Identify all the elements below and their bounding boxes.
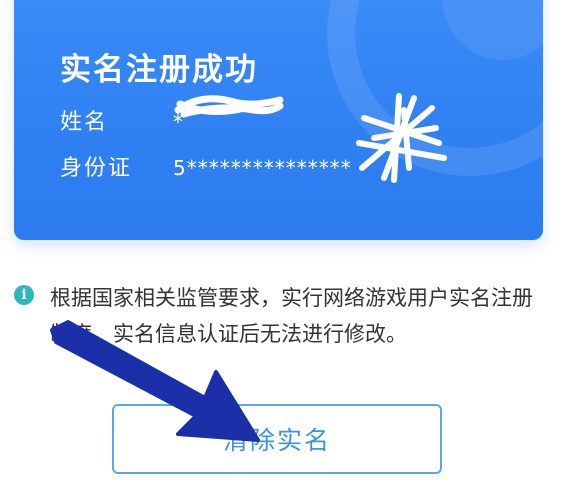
verification-card: 实名注册成功 姓名 * 身份证 5*************** xyxy=(14,0,543,240)
id-value: 5*************** xyxy=(173,156,352,180)
clear-real-name-button[interactable]: 清除实名 xyxy=(112,404,442,474)
real-name-page: 实名注册成功 姓名 * 身份证 5*************** i 根据国家相… xyxy=(0,0,575,500)
card-title: 实名注册成功 xyxy=(60,52,258,88)
name-label: 姓名 xyxy=(60,110,109,135)
notice-text: 根据国家相关监管要求，实行网络游戏用户实名注册制度，实名信息认证后无法进行修改。 xyxy=(50,286,533,346)
id-label: 身份证 xyxy=(60,156,133,181)
id-row: 身份证 5*************** xyxy=(60,150,352,182)
name-row: 姓名 * xyxy=(60,104,184,136)
id-redaction-scribble xyxy=(356,93,447,183)
info-icon: i xyxy=(14,285,34,305)
name-redaction-scribble xyxy=(174,95,284,118)
